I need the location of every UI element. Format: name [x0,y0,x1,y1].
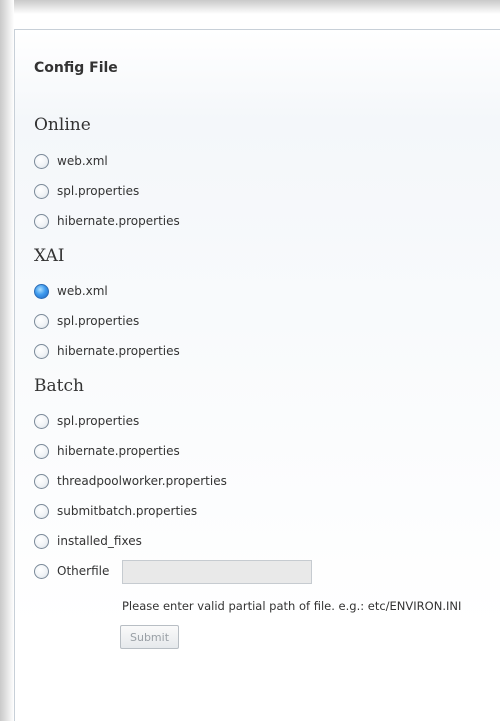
radio-button[interactable] [34,183,49,199]
radio-button[interactable] [34,563,49,579]
radio-label: Otherfile [57,564,110,578]
radio-label: spl.properties [57,414,140,428]
radio-label: spl.properties [57,184,140,198]
radio-label: hibernate.properties [57,444,180,458]
radio-label: web.xml [57,154,108,168]
config-file-panel: Config File Online web.xml spl.propertie… [14,29,500,721]
radio-label: hibernate.properties [57,214,180,228]
window-shadow-left [0,0,14,721]
radio-button[interactable] [34,313,49,329]
radio-button[interactable] [34,443,49,459]
radio-button[interactable] [34,413,49,429]
radio-label: installed_fixes [57,534,142,548]
radio-label: spl.properties [57,314,140,328]
radio-label: hibernate.properties [57,344,180,358]
radio-label: threadpoolworker.properties [57,474,227,488]
radio-button[interactable] [34,343,49,359]
radio-batch-threadpoolworker-properties[interactable]: threadpoolworker.properties [34,473,227,489]
radio-batch-otherfile[interactable]: Otherfile [34,563,109,579]
radio-batch-submitbatch-properties[interactable]: submitbatch.properties [34,503,197,519]
radio-online-web-xml[interactable]: web.xml [34,153,108,169]
radio-button[interactable] [34,533,49,549]
radio-xai-spl-properties[interactable]: spl.properties [34,313,139,329]
radio-button[interactable] [34,473,49,489]
submit-button[interactable]: Submit [120,625,179,649]
section-heading-xai: XAI [34,246,65,266]
page-title: Config File [34,60,118,76]
radio-online-spl-properties[interactable]: spl.properties [34,183,139,199]
radio-button[interactable] [34,153,49,169]
radio-button-selected[interactable] [34,283,49,299]
radio-batch-hibernate-properties[interactable]: hibernate.properties [34,443,180,459]
section-heading-online: Online [34,115,91,135]
radio-label: submitbatch.properties [57,504,198,518]
radio-online-hibernate-properties[interactable]: hibernate.properties [34,213,180,229]
radio-xai-hibernate-properties[interactable]: hibernate.properties [34,343,180,359]
radio-batch-spl-properties[interactable]: spl.properties [34,413,139,429]
radio-xai-web-xml[interactable]: web.xml [34,283,108,299]
window-shadow-top [0,0,500,14]
section-heading-batch: Batch [34,376,84,396]
otherfile-path-input[interactable] [122,560,312,584]
radio-button[interactable] [34,503,49,519]
radio-label: web.xml [57,284,108,298]
radio-batch-installed-fixes[interactable]: installed_fixes [34,533,142,549]
radio-button[interactable] [34,213,49,229]
otherfile-hint-text: Please enter valid partial path of file.… [122,599,462,613]
